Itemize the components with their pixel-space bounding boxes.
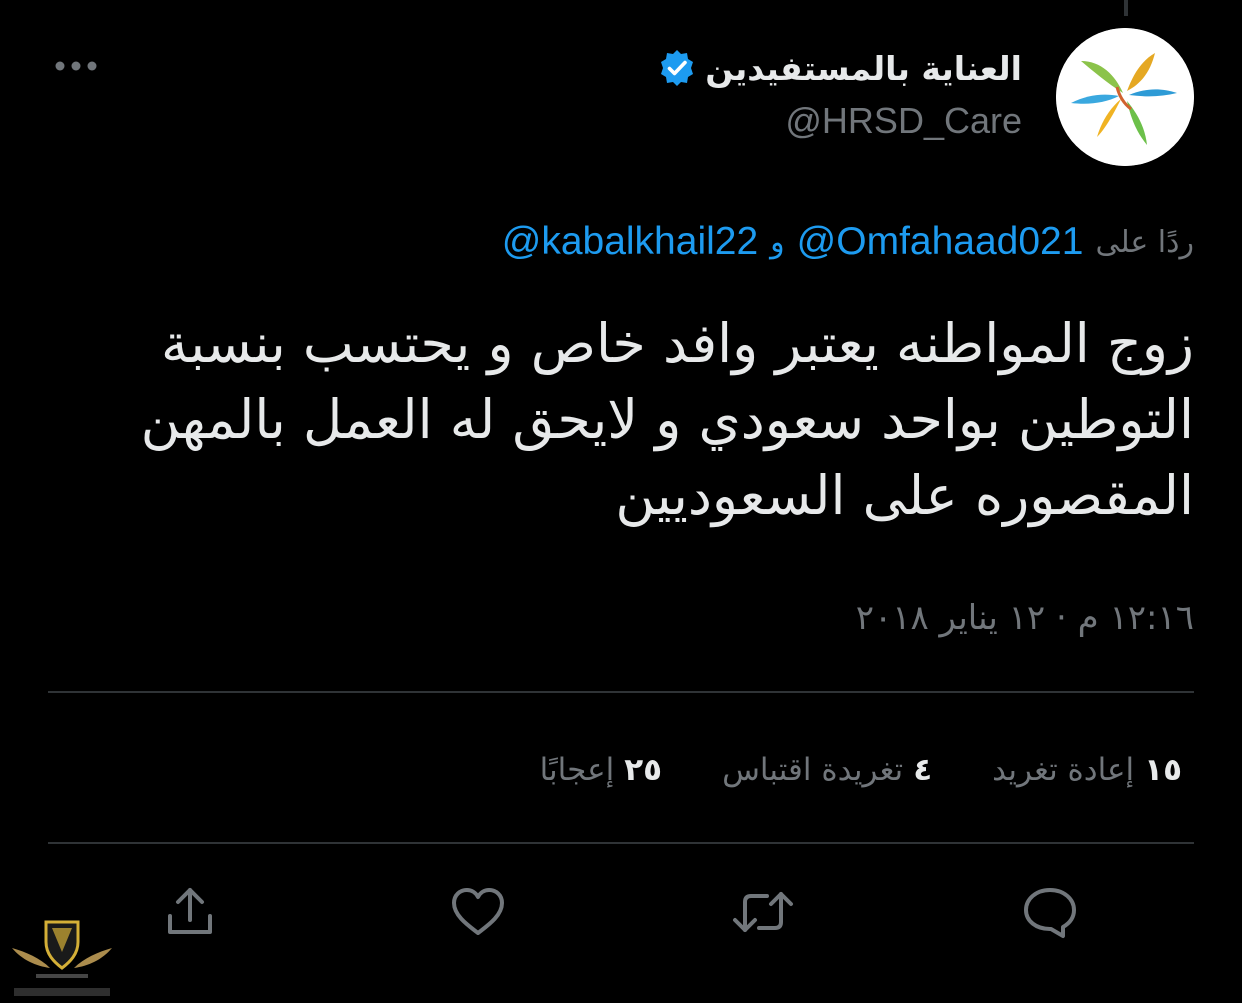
reply-conjunction: و bbox=[770, 224, 785, 260]
tweet-text-line: زوج المواطنه يعتبر وافد خاص و يحتسب بنسب… bbox=[161, 312, 1194, 375]
share-icon bbox=[168, 888, 212, 934]
avatar[interactable] bbox=[1056, 28, 1194, 166]
heart-icon bbox=[452, 888, 504, 935]
author-handle[interactable]: @HRSD_Care bbox=[785, 100, 1022, 142]
retweet-count: ١٥ bbox=[1144, 752, 1182, 788]
hrsd-logo-icon bbox=[1056, 28, 1194, 166]
forum-watermark-logo bbox=[6, 918, 118, 1002]
quote-count: ٤ bbox=[913, 752, 933, 788]
thread-connector-line bbox=[1124, 0, 1128, 16]
retweet-button[interactable] bbox=[731, 880, 795, 944]
tweet-text-line: التوطين بواحد سعودي و لايحق له العمل بال… bbox=[140, 388, 1194, 451]
more-horizontal-icon bbox=[55, 61, 97, 71]
like-button[interactable] bbox=[446, 880, 510, 944]
divider bbox=[48, 691, 1194, 693]
tweet-timestamp[interactable]: ١٢:١٦ م · ١٢ يناير ٢٠١٨ bbox=[856, 590, 1194, 646]
more-options-button[interactable] bbox=[48, 44, 104, 88]
share-button[interactable] bbox=[158, 880, 222, 944]
retweet-icon bbox=[733, 892, 793, 932]
likes-stat[interactable]: ٢٥ إعجابًا bbox=[540, 752, 662, 788]
shield-wings-icon bbox=[12, 920, 112, 996]
author-name-row[interactable]: العناية بالمستفيدين bbox=[657, 42, 1022, 94]
mention-link[interactable]: @kabalkhail22 bbox=[502, 220, 758, 264]
reply-button[interactable] bbox=[1018, 880, 1082, 944]
engagement-stats: ١٥ إعادة تغريد ٤ تغريدة اقتباس ٢٥ إعجابً… bbox=[540, 742, 1182, 798]
quote-label: تغريدة اقتباس bbox=[722, 752, 904, 788]
verified-badge-icon[interactable] bbox=[657, 48, 697, 88]
quotes-stat[interactable]: ٤ تغريدة اقتباس bbox=[722, 752, 932, 788]
reply-to-label: ردًا على bbox=[1095, 224, 1194, 260]
retweet-label: إعادة تغريد bbox=[992, 752, 1135, 788]
tweet-text-line: المقصوره على السعوديين bbox=[615, 464, 1194, 527]
like-count: ٢٥ bbox=[624, 752, 663, 788]
tweet-text: زوج المواطنه يعتبر وافد خاص و يحتسب بنسب… bbox=[44, 306, 1194, 534]
reply-icon bbox=[1024, 888, 1076, 938]
retweets-stat[interactable]: ١٥ إعادة تغريد bbox=[992, 752, 1182, 788]
author-display-name[interactable]: العناية بالمستفيدين bbox=[705, 49, 1022, 88]
divider bbox=[48, 842, 1194, 844]
like-label: إعجابًا bbox=[539, 752, 615, 788]
mention-link[interactable]: @Omfahaad021 bbox=[797, 220, 1084, 264]
reply-context: ردًا على @Omfahaad021 و @kabalkhail22 bbox=[502, 214, 1194, 270]
